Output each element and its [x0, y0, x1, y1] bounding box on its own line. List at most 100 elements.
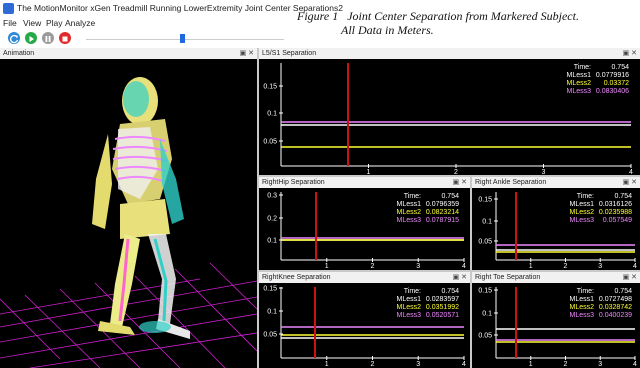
right-toe-pane-header: Right Toe Separation ▣ ✕ [472, 272, 640, 283]
play-icon[interactable] [25, 32, 37, 44]
legend-value: 0.0727498 [599, 296, 632, 303]
y-tick-label: 0.05 [478, 239, 492, 246]
legend-name: MLess3 [566, 88, 591, 95]
legend-value: 0.0796359 [426, 201, 459, 208]
right-hip-pane-header: RightHip Separation ▣ ✕ [259, 177, 470, 188]
pane-controls-icon[interactable]: ▣ ✕ [623, 177, 637, 188]
right-toe-pane-title: Right Toe Separation [475, 274, 541, 281]
legend-name: MLess2 [569, 209, 594, 216]
pane-controls-icon[interactable]: ▣ ✕ [453, 272, 467, 283]
legend-value: 0.0520571 [426, 312, 459, 319]
y-tick-label: 0.1 [267, 238, 277, 245]
right-hip-chart: 0.3 0.2 0.1 1 2 3 4 0.754 Time: 0.0796359 MLess1 0.… [259, 188, 470, 270]
y-tick-label: 0.1 [267, 309, 277, 316]
y-tick-label: 0.15 [263, 286, 277, 293]
y-tick-label: 0.05 [263, 332, 277, 339]
legend-name: MLess1 [569, 296, 594, 303]
legend-value: 0.0400239 [599, 312, 632, 319]
menu-play[interactable]: Play [46, 18, 63, 28]
legend-value: 0.0351992 [426, 304, 459, 311]
y-tick-label: 0.1 [267, 111, 277, 118]
x-tick-label: 4 [462, 263, 466, 270]
right-knee-pane-title: RightKnee Separation [262, 274, 331, 281]
legend-name: MLess1 [396, 296, 421, 303]
skeleton-scene [0, 77, 257, 368]
legend-value: 0.0830406 [596, 88, 629, 95]
time-label: Time: [404, 193, 421, 200]
time-value: 0.754 [614, 193, 632, 200]
right-knee-chart: 0.15 0.1 0.05 1 2 3 4 0.754 Time: 0.0283597 MLess1… [259, 283, 470, 368]
stop-icon[interactable] [59, 32, 71, 44]
legend-value: 0.0328742 [599, 304, 632, 311]
x-tick-label: 3 [598, 361, 602, 368]
pane-controls-icon[interactable]: ▣ ✕ [623, 272, 637, 283]
x-tick-label: 2 [371, 263, 375, 270]
legend-name: MLess3 [396, 312, 421, 319]
timeline-thumb[interactable] [180, 34, 185, 43]
x-tick-label: 4 [633, 263, 637, 270]
time-value: 0.754 [614, 288, 632, 295]
x-tick-label: 3 [416, 361, 420, 368]
refresh-icon[interactable] [8, 32, 20, 44]
time-label: Time: [577, 193, 594, 200]
right-toe-chart: 0.15 0.1 0.05 1 2 3 4 0.754 Time: 0.0727498 MLess1… [472, 283, 640, 368]
legend-value: 0.0235988 [599, 209, 632, 216]
legend-value: 0.0316126 [599, 201, 632, 208]
right-ankle-pane-header: Right Ankle Separation ▣ ✕ [472, 177, 640, 188]
right-hip-pane-title: RightHip Separation [262, 179, 325, 186]
legend-value: 0.0823214 [426, 209, 459, 216]
x-tick-label: 3 [416, 263, 420, 270]
legend-name: MLess2 [569, 304, 594, 311]
legend-name: MLess3 [569, 312, 594, 319]
time-value: 0.754 [611, 64, 629, 71]
x-tick-label: 1 [367, 169, 371, 175]
y-tick-label: 0.3 [267, 193, 277, 200]
time-label: Time: [404, 288, 421, 295]
y-tick-label: 0.2 [267, 216, 277, 223]
menu-bar: File View Play Analyze [0, 17, 290, 30]
x-tick-label: 1 [529, 263, 533, 270]
legend-name: MLess2 [396, 304, 421, 311]
x-tick-label: 2 [371, 361, 375, 368]
x-tick-label: 2 [564, 361, 568, 368]
menu-analyze[interactable]: Analyze [65, 18, 95, 28]
pane-controls-icon[interactable]: ▣ ✕ [623, 48, 637, 59]
legend-value: 0.03372 [604, 80, 629, 87]
legend-value: 0.0283597 [426, 296, 459, 303]
x-tick-label: 3 [598, 263, 602, 270]
x-tick-label: 3 [542, 169, 546, 175]
animation-viewport[interactable] [0, 59, 257, 368]
animation-pane-title: Animation [3, 50, 35, 57]
right-ankle-pane-title: Right Ankle Separation [475, 179, 547, 186]
time-value: 0.754 [441, 193, 459, 200]
legend-name: MLess2 [566, 80, 591, 87]
pane-controls-icon[interactable]: ▣ ✕ [240, 48, 254, 59]
legend-value: 0.057549 [603, 217, 632, 224]
animation-pane-header: Animation ▣ ✕ [0, 48, 257, 59]
menu-view[interactable]: View [23, 18, 41, 28]
legend-name: MLess1 [569, 201, 594, 208]
time-label: Time: [577, 288, 594, 295]
legend-value: 0.0787915 [426, 217, 459, 224]
app-icon [3, 3, 14, 14]
time-label: Time: [574, 64, 591, 71]
y-tick-label: 0.05 [478, 333, 492, 340]
x-tick-label: 2 [564, 263, 568, 270]
y-tick-label: 0.15 [263, 84, 277, 91]
y-tick-label: 0.1 [482, 311, 492, 318]
y-tick-label: 0.15 [478, 197, 492, 204]
x-tick-label: 1 [325, 361, 329, 368]
pane-controls-icon[interactable]: ▣ ✕ [453, 177, 467, 188]
legend-name: MLess1 [566, 72, 591, 79]
timeline-track[interactable] [86, 39, 284, 40]
x-tick-label: 1 [325, 263, 329, 270]
pause-icon[interactable] [42, 32, 54, 44]
l5s1-chart: 0.15 0.1 0.05 1 2 3 4 0.754 Time: 0.0779916 MLess1… [259, 59, 640, 175]
l5s1-pane-title: L5/S1 Separation [262, 50, 317, 57]
x-tick-label: 4 [633, 361, 637, 368]
right-knee-pane-header: RightKnee Separation ▣ ✕ [259, 272, 470, 283]
l5s1-pane-header: L5/S1 Separation ▣ ✕ [259, 48, 640, 59]
menu-file[interactable]: File [3, 18, 17, 28]
window-title: The MotionMonitor xGen Treadmill Running… [17, 3, 343, 13]
x-tick-label: 2 [454, 169, 458, 175]
